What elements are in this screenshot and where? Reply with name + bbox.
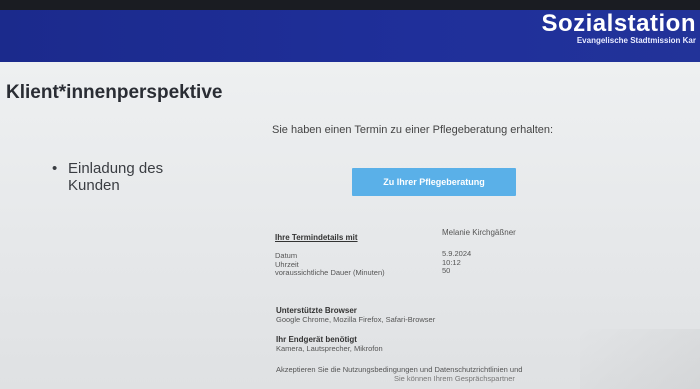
detail-label-duration: voraussichtliche Dauer (Minuten) <box>275 268 385 277</box>
brand-logo-text: Sozialstation <box>541 10 696 37</box>
device-text: Kamera, Lautsprecher, Mikrofon <box>276 344 383 353</box>
presentation-header: Sozialstation Evangelische Stadtmission … <box>0 10 700 62</box>
bullet-dot-icon: • <box>52 160 58 177</box>
organizer-name: Melanie Kirchgäßner <box>442 228 516 237</box>
join-consultation-button[interactable]: Zu Ihrer Pflegeberatung <box>352 168 516 196</box>
slide-title: Klient*innenperspektive <box>6 82 223 103</box>
slide-content: Klient*innenperspektive • Einladung des … <box>0 62 700 389</box>
terms-line-2: Sie können Ihrem Gesprächspartner <box>394 374 515 383</box>
terms-text: Akzeptieren Sie die Nutzungsbedingungen … <box>276 365 596 383</box>
details-labels: Datum Uhrzeit voraussichtliche Dauer (Mi… <box>275 251 385 278</box>
browsers-text: Google Chrome, Mozilla Firefox, Safari-B… <box>276 315 436 324</box>
screen-shading <box>580 329 700 389</box>
brand-subtitle: Evangelische Stadtmission Kar <box>576 36 696 45</box>
bullet-text: Einladung des Kunden <box>68 160 164 194</box>
monitor-bezel <box>0 0 700 10</box>
details-values: 5.9.2024 10:12 50 <box>442 249 471 276</box>
device-heading: Ihr Endgerät benötigt <box>276 335 357 344</box>
email-intro-text: Sie haben einen Termin zu einer Pflegebe… <box>272 124 554 136</box>
terms-line-1: Akzeptieren Sie die Nutzungsbedingungen … <box>276 365 523 374</box>
appointment-details-heading: Ihre Termindetails mit <box>275 233 358 242</box>
browsers-heading: Unterstützte Browser <box>276 306 357 315</box>
detail-value-duration: 50 <box>442 266 451 275</box>
